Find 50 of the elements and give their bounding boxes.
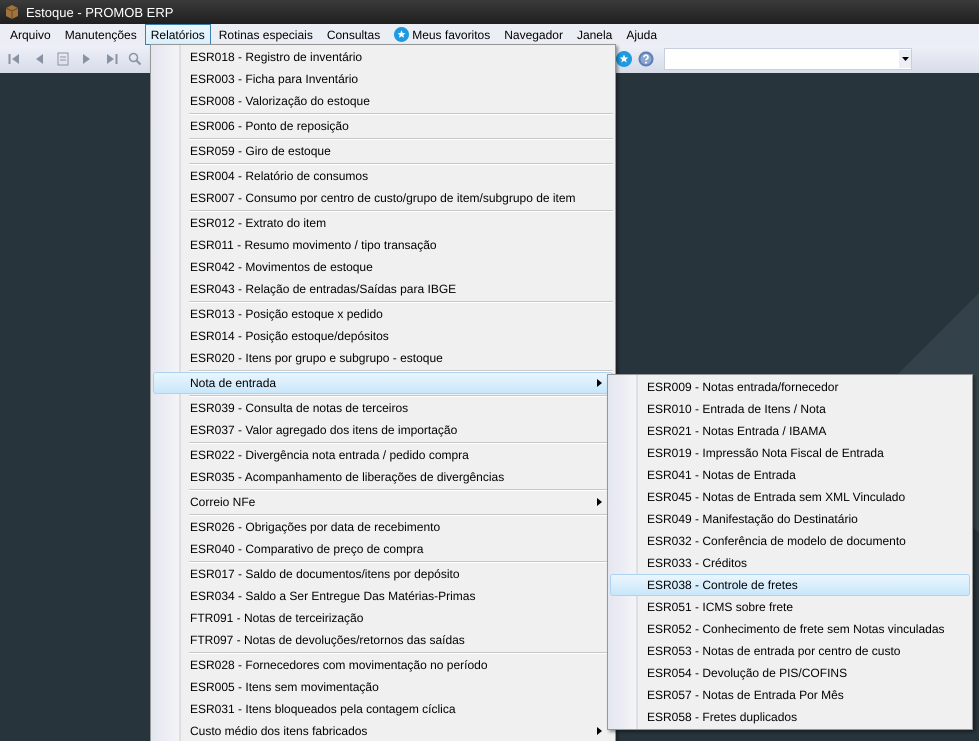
menu-item[interactable]: ESR042 - Movimentos de estoque [153,256,613,278]
submenu-arrow-icon [597,379,602,387]
menu-bar-item[interactable]: Relatórios [144,24,211,45]
menu-bar-item[interactable]: Arquivo [4,24,57,45]
menu-bar-item[interactable]: Janela [570,24,618,45]
menu-item[interactable]: ESR054 - Devolução de PIS/COFINS [610,662,970,684]
menu-item[interactable]: ESR032 - Conferência de modelo de documento [610,530,970,552]
menu-item[interactable]: ESR014 - Posição estoque/depósitos [153,325,613,347]
menu-item[interactable]: ESR045 - Notas de Entrada sem XML Vinculado [610,486,970,508]
menu-item[interactable]: ESR013 - Posição estoque x pedido [153,303,613,325]
menu-bar-item[interactable]: Consultas [320,24,386,45]
menu-item[interactable]: ESR021 - Notas Entrada / IBAMA [610,420,970,442]
submenu-arrow-icon [597,727,602,735]
menu-item[interactable]: Nota de entrada [153,372,613,394]
menu-item[interactable]: Correio NFe [153,491,613,513]
menu-item[interactable]: ESR059 - Giro de estoque [153,140,613,162]
menu-bar-item[interactable]: Meus favoritos [388,24,496,45]
menu-item[interactable]: ESR012 - Extrato do item [153,212,613,234]
menu-item[interactable]: ESR019 - Impressão Nota Fiscal de Entrada [610,442,970,464]
menu-item[interactable]: ESR008 - Valorização do estoque [153,90,613,112]
menu-item[interactable]: ESR011 - Resumo movimento / tipo transação [153,234,613,256]
menu-bar-item[interactable]: Ajuda [620,24,664,45]
menu-bar-item[interactable]: Rotinas especiais [212,24,319,45]
menu-item[interactable]: ESR009 - Notas entrada/fornecedor [610,376,970,398]
menu-item[interactable]: ESR053 - Notas de entrada por centro de custo [610,640,970,662]
menu-item[interactable]: ESR058 - Fretes duplicados [610,706,970,728]
menu-item[interactable]: ESR007 - Consumo por centro de custo/grupo de item/subgrupo de item [153,187,613,209]
search-icon[interactable] [126,50,144,68]
menu-item[interactable]: ESR051 - ICMS sobre frete [610,596,970,618]
menu-item[interactable]: ESR038 - Controle de fretes [610,574,970,596]
menu-item[interactable]: ESR003 - Ficha para Inventário [153,68,613,90]
menu-bar-item[interactable]: Navegador [498,24,569,45]
help-icon[interactable] [638,51,654,67]
menu-item[interactable]: ESR033 - Créditos [610,552,970,574]
menu-item[interactable]: ESR052 - Conhecimento de frete sem Notas vinculadas [610,618,970,640]
menu-item[interactable]: ESR041 - Notas de Entrada [610,464,970,486]
menu-item[interactable]: ESR020 - Itens por grupo e subgrupo - estoque [153,347,613,369]
menu-item[interactable]: ESR010 - Entrada de Itens / Nota [610,398,970,420]
menu-item[interactable]: ESR057 - Notas de Entrada Por Mês [610,684,970,706]
window-title: Estoque - PROMOB ERP [26,4,174,20]
menu-item[interactable]: ESR004 - Relatório de consumos [153,165,613,187]
menu-item[interactable]: Custo médio dos itens fabricados [153,720,613,741]
dropdown-caret-icon [902,57,908,61]
menu-item[interactable]: ESR006 - Ponto de reposição [153,115,613,137]
menu-bar-item[interactable]: Manutenções [58,24,143,45]
box-icon [4,4,20,20]
menu-item[interactable]: ESR043 - Relação de entradas/Saídas para IBGE [153,278,613,300]
toolbar-combo-box[interactable] [664,48,912,70]
menu-item[interactable]: ESR049 - Manifestação do Destinatário [610,508,970,530]
submenu-arrow-icon [597,498,602,506]
